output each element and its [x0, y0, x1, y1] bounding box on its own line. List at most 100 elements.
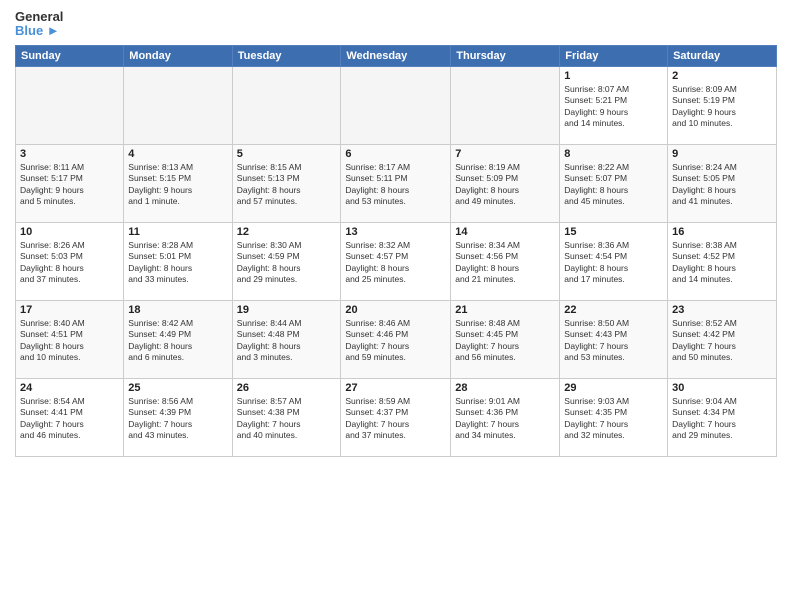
- day-cell: 9 Sunrise: 8:24 AM Sunset: 5:05 PM Daylig…: [668, 144, 777, 222]
- day-number: 17: [20, 304, 119, 316]
- weekday-header-wednesday: Wednesday: [341, 45, 451, 66]
- day-info: Sunrise: 8:40 AM Sunset: 4:51 PM Dayligh…: [20, 318, 119, 364]
- day-cell: 10Sunrise: 8:26 AM Sunset: 5:03 PM Dayli…: [16, 222, 124, 300]
- day-info: Sunrise: 8:56 AM Sunset: 4:39 PM Dayligh…: [128, 396, 227, 442]
- day-info: Sunrise: 8:44 AM Sunset: 4:48 PM Dayligh…: [237, 318, 337, 364]
- day-cell: 13Sunrise: 8:32 AM Sunset: 4:57 PM Dayli…: [341, 222, 451, 300]
- day-cell: [341, 66, 451, 144]
- day-number: 4: [128, 148, 227, 160]
- day-info: Sunrise: 8:57 AM Sunset: 4:38 PM Dayligh…: [237, 396, 337, 442]
- day-info: Sunrise: 8:34 AM Sunset: 4:56 PM Dayligh…: [455, 240, 555, 286]
- day-info: Sunrise: 8:24 AM Sunset: 5:05 PM Dayligh…: [672, 162, 772, 208]
- day-info: Sunrise: 9:01 AM Sunset: 4:36 PM Dayligh…: [455, 396, 555, 442]
- day-info: Sunrise: 8:54 AM Sunset: 4:41 PM Dayligh…: [20, 396, 119, 442]
- day-info: Sunrise: 8:15 AM Sunset: 5:13 PM Dayligh…: [237, 162, 337, 208]
- day-cell: 6 Sunrise: 8:17 AM Sunset: 5:11 PM Daylig…: [341, 144, 451, 222]
- day-cell: 12 Sunrise: 8:30 AM Sunset: 4:59 PM Dayli…: [232, 222, 341, 300]
- day-number: 30: [672, 382, 772, 394]
- day-number: 21: [455, 304, 555, 316]
- day-info: Sunrise: 8:48 AM Sunset: 4:45 PM Dayligh…: [455, 318, 555, 364]
- header: General Blue ►: [15, 10, 777, 39]
- day-number: 20: [345, 304, 446, 316]
- week-row-4: 17 Sunrise: 8:40 AM Sunset: 4:51 PM Dayli…: [16, 300, 777, 378]
- day-cell: 5 Sunrise: 8:15 AM Sunset: 5:13 PM Daylig…: [232, 144, 341, 222]
- weekday-header-tuesday: Tuesday: [232, 45, 341, 66]
- day-info: Sunrise: 8:36 AM Sunset: 4:54 PM Dayligh…: [564, 240, 663, 286]
- day-info: Sunrise: 8:11 AM Sunset: 5:17 PM Dayligh…: [20, 162, 119, 208]
- day-info: Sunrise: 9:04 AM Sunset: 4:34 PM Dayligh…: [672, 396, 772, 442]
- day-info: Sunrise: 8:59 AM Sunset: 4:37 PM Dayligh…: [345, 396, 446, 442]
- day-number: 26: [237, 382, 337, 394]
- day-cell: 21 Sunrise: 8:48 AM Sunset: 4:45 PM Dayli…: [451, 300, 560, 378]
- day-number: 14: [455, 226, 555, 238]
- day-number: 25: [128, 382, 227, 394]
- day-cell: 4 Sunrise: 8:13 AM Sunset: 5:15 PM Daylig…: [124, 144, 232, 222]
- logo-container: General Blue ►: [15, 10, 63, 39]
- day-cell: 14 Sunrise: 8:34 AM Sunset: 4:56 PM Dayli…: [451, 222, 560, 300]
- day-number: 12: [237, 226, 337, 238]
- day-cell: 27 Sunrise: 8:59 AM Sunset: 4:37 PM Dayli…: [341, 378, 451, 456]
- day-cell: 23Sunrise: 8:52 AM Sunset: 4:42 PM Dayli…: [668, 300, 777, 378]
- day-number: 6: [345, 148, 446, 160]
- day-number: 2: [672, 70, 772, 82]
- week-row-3: 10Sunrise: 8:26 AM Sunset: 5:03 PM Dayli…: [16, 222, 777, 300]
- logo-blue: Blue ►: [15, 24, 63, 38]
- day-number: 27: [345, 382, 446, 394]
- day-number: 5: [237, 148, 337, 160]
- day-cell: 28 Sunrise: 9:01 AM Sunset: 4:36 PM Dayli…: [451, 378, 560, 456]
- day-info: Sunrise: 8:22 AM Sunset: 5:07 PM Dayligh…: [564, 162, 663, 208]
- day-cell: 15 Sunrise: 8:36 AM Sunset: 4:54 PM Dayli…: [560, 222, 668, 300]
- day-number: 29: [564, 382, 663, 394]
- weekday-header-thursday: Thursday: [451, 45, 560, 66]
- day-cell: [124, 66, 232, 144]
- day-number: 9: [672, 148, 772, 160]
- day-cell: 24 Sunrise: 8:54 AM Sunset: 4:41 PM Dayli…: [16, 378, 124, 456]
- day-number: 24: [20, 382, 119, 394]
- day-number: 3: [20, 148, 119, 160]
- day-cell: 11 Sunrise: 8:28 AM Sunset: 5:01 PM Dayli…: [124, 222, 232, 300]
- weekday-header-row: SundayMondayTuesdayWednesdayThursdayFrid…: [16, 45, 777, 66]
- day-number: 10: [20, 226, 119, 238]
- day-cell: 19Sunrise: 8:44 AM Sunset: 4:48 PM Dayli…: [232, 300, 341, 378]
- logo-general: General: [15, 10, 63, 24]
- day-cell: 20Sunrise: 8:46 AM Sunset: 4:46 PM Dayli…: [341, 300, 451, 378]
- day-cell: 18Sunrise: 8:42 AM Sunset: 4:49 PM Dayli…: [124, 300, 232, 378]
- calendar-table: SundayMondayTuesdayWednesdayThursdayFrid…: [15, 45, 777, 457]
- page: General Blue ► SundayMondayTuesdayWednes…: [0, 0, 792, 612]
- day-cell: 25 Sunrise: 8:56 AM Sunset: 4:39 PM Dayli…: [124, 378, 232, 456]
- day-cell: 29 Sunrise: 9:03 AM Sunset: 4:35 PM Dayli…: [560, 378, 668, 456]
- day-cell: 8Sunrise: 8:22 AM Sunset: 5:07 PM Daylig…: [560, 144, 668, 222]
- day-number: 15: [564, 226, 663, 238]
- day-number: 22: [564, 304, 663, 316]
- day-info: Sunrise: 9:03 AM Sunset: 4:35 PM Dayligh…: [564, 396, 663, 442]
- day-info: Sunrise: 8:19 AM Sunset: 5:09 PM Dayligh…: [455, 162, 555, 208]
- day-cell: 1Sunrise: 8:07 AM Sunset: 5:21 PM Daylig…: [560, 66, 668, 144]
- weekday-header-monday: Monday: [124, 45, 232, 66]
- day-number: 11: [128, 226, 227, 238]
- day-number: 28: [455, 382, 555, 394]
- day-info: Sunrise: 8:42 AM Sunset: 4:49 PM Dayligh…: [128, 318, 227, 364]
- day-number: 1: [564, 70, 663, 82]
- day-cell: 3 Sunrise: 8:11 AM Sunset: 5:17 PM Daylig…: [16, 144, 124, 222]
- logo: General Blue ►: [15, 10, 63, 39]
- week-row-5: 24 Sunrise: 8:54 AM Sunset: 4:41 PM Dayli…: [16, 378, 777, 456]
- day-cell: 26 Sunrise: 8:57 AM Sunset: 4:38 PM Dayli…: [232, 378, 341, 456]
- day-cell: 30 Sunrise: 9:04 AM Sunset: 4:34 PM Dayli…: [668, 378, 777, 456]
- day-cell: [16, 66, 124, 144]
- day-cell: 7Sunrise: 8:19 AM Sunset: 5:09 PM Daylig…: [451, 144, 560, 222]
- day-info: Sunrise: 8:13 AM Sunset: 5:15 PM Dayligh…: [128, 162, 227, 208]
- day-info: Sunrise: 8:50 AM Sunset: 4:43 PM Dayligh…: [564, 318, 663, 364]
- week-row-2: 3 Sunrise: 8:11 AM Sunset: 5:17 PM Daylig…: [16, 144, 777, 222]
- day-info: Sunrise: 8:09 AM Sunset: 5:19 PM Dayligh…: [672, 84, 772, 130]
- weekday-header-sunday: Sunday: [16, 45, 124, 66]
- day-cell: 17 Sunrise: 8:40 AM Sunset: 4:51 PM Dayli…: [16, 300, 124, 378]
- day-info: Sunrise: 8:17 AM Sunset: 5:11 PM Dayligh…: [345, 162, 446, 208]
- day-info: Sunrise: 8:30 AM Sunset: 4:59 PM Dayligh…: [237, 240, 337, 286]
- day-info: Sunrise: 8:28 AM Sunset: 5:01 PM Dayligh…: [128, 240, 227, 286]
- day-info: Sunrise: 8:38 AM Sunset: 4:52 PM Dayligh…: [672, 240, 772, 286]
- day-cell: [451, 66, 560, 144]
- day-cell: 22 Sunrise: 8:50 AM Sunset: 4:43 PM Dayli…: [560, 300, 668, 378]
- day-number: 16: [672, 226, 772, 238]
- weekday-header-friday: Friday: [560, 45, 668, 66]
- day-info: Sunrise: 8:32 AM Sunset: 4:57 PM Dayligh…: [345, 240, 446, 286]
